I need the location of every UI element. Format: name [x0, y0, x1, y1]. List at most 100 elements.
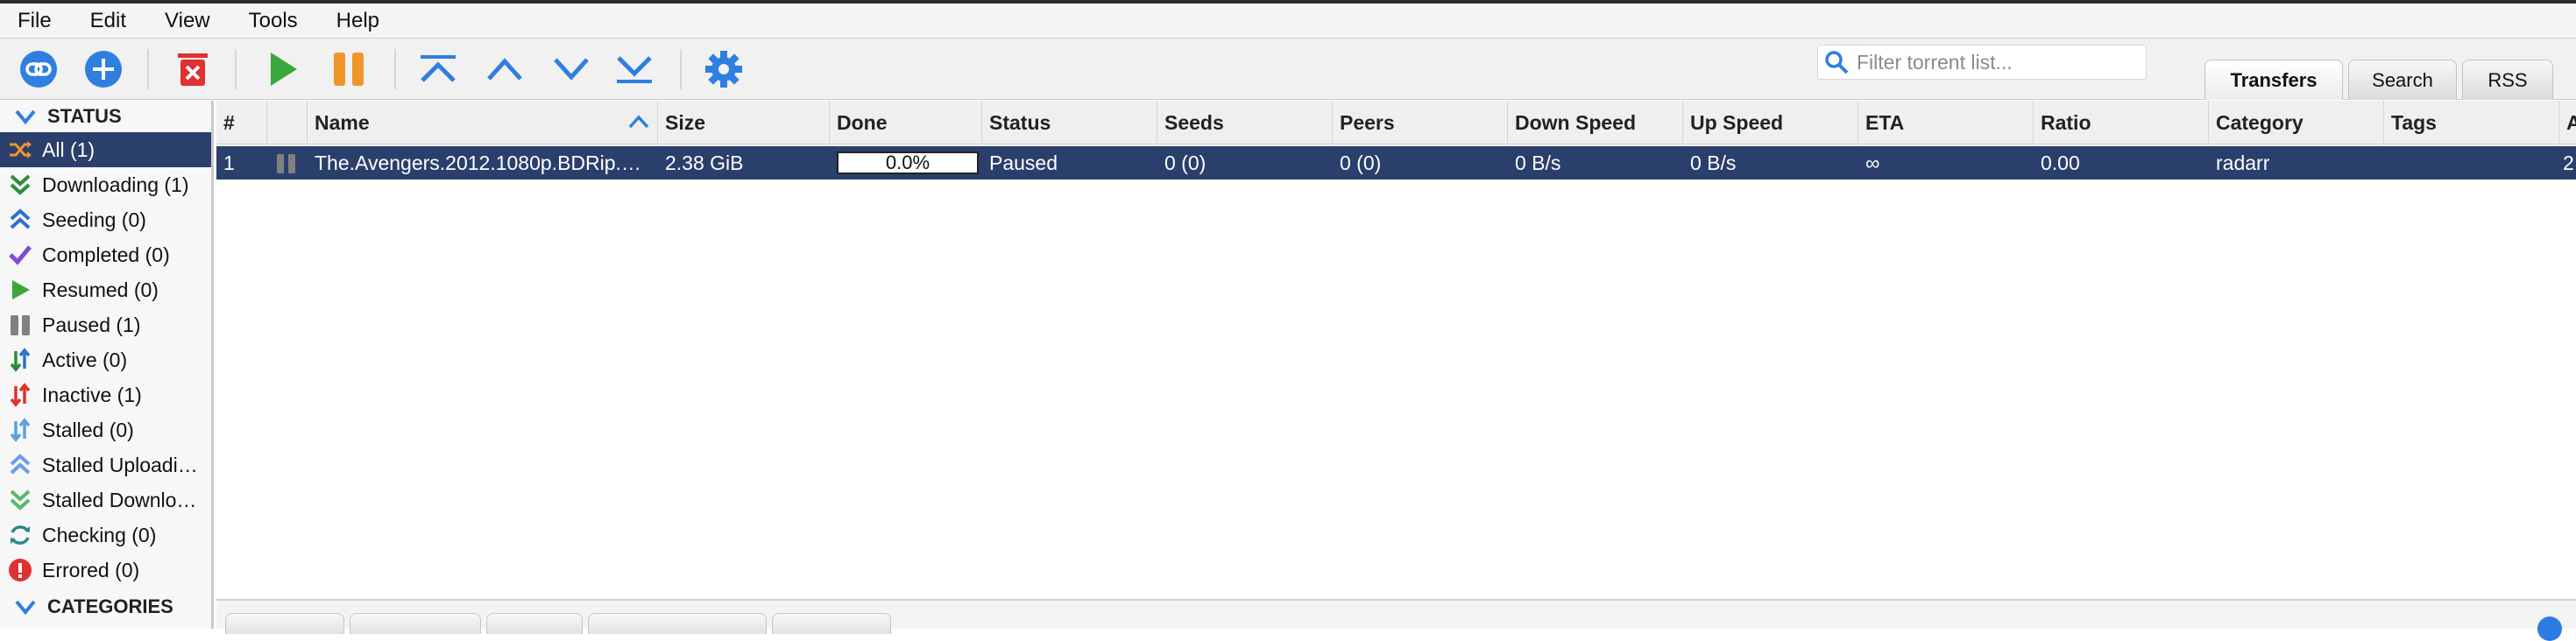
properties-panel-tabs: [216, 601, 2576, 634]
filter-torrent-input[interactable]: [1857, 50, 2137, 74]
menu-view[interactable]: View: [165, 9, 210, 33]
trash-delete-icon: [178, 53, 208, 86]
resume-button[interactable]: [259, 46, 305, 92]
play-icon: [7, 277, 33, 303]
column-header-name[interactable]: Name: [308, 101, 658, 144]
cell-size: 2.38 GiB: [665, 151, 744, 174]
chevron-bottom-icon: [617, 56, 652, 83]
sidebar-item-label: Stalled Downlo…: [42, 488, 197, 511]
torrent-list: # Name Size Done Status Seeds Peers Down…: [216, 101, 2576, 600]
chevron-top-icon: [421, 55, 456, 82]
move-bottom-button[interactable]: [612, 46, 657, 92]
cell-peers: 0 (0): [1340, 151, 1382, 174]
paused-state-icon: [277, 154, 295, 173]
sidebar-item-all[interactable]: All (1): [0, 132, 211, 167]
sidebar-item-active[interactable]: Active (0): [0, 342, 211, 377]
properties-tab[interactable]: [486, 613, 583, 634]
tab-transfers[interactable]: Transfers: [2204, 60, 2343, 100]
menu-help[interactable]: Help: [336, 9, 379, 33]
cell-state: [267, 146, 308, 180]
chevron-up-icon: [487, 58, 522, 81]
table-header: # Name Size Done Status Seeds Peers Down…: [216, 101, 2576, 144]
sidebar-item-paused[interactable]: Paused (1): [0, 307, 211, 342]
checkmark-icon: [7, 242, 33, 268]
sidebar-item-label: Paused (1): [42, 313, 141, 336]
sidebar-item-downloading[interactable]: Downloading (1): [0, 167, 211, 202]
column-header-eta[interactable]: ETA: [1858, 101, 2034, 144]
status-indicator-icon[interactable]: [2537, 616, 2562, 641]
cell-name: The.Avengers.2012.1080p.BDRip.…: [315, 151, 641, 174]
toolbar: Transfers Search RSS: [0, 39, 2576, 100]
gear-icon: [705, 51, 742, 88]
move-down-button[interactable]: [548, 46, 594, 92]
cell-eta: ∞: [1865, 151, 1880, 174]
sidebar-item-label: Inactive (1): [42, 383, 142, 406]
up-down-arrows-red-icon: [7, 382, 33, 408]
column-header-tags[interactable]: Tags: [2384, 101, 2559, 144]
column-header-done[interactable]: Done: [830, 101, 982, 144]
tab-rss[interactable]: RSS: [2462, 60, 2553, 100]
tab-search[interactable]: Search: [2348, 60, 2457, 100]
table-row[interactable]: 1 The.Avengers.2012.1080p.BDRip.… 2.38 G…: [216, 146, 2576, 180]
properties-tab[interactable]: [225, 613, 344, 634]
add-torrent-link-button[interactable]: [16, 46, 61, 92]
sidebar-item-completed[interactable]: Completed (0): [0, 237, 211, 272]
categories-header-label: CATEGORIES: [47, 595, 173, 617]
sidebar-item-label: All (1): [42, 137, 96, 161]
cell-seeds: 0 (0): [1164, 151, 1207, 174]
properties-tab[interactable]: [772, 613, 891, 634]
delete-button[interactable]: [170, 46, 216, 92]
filter-torrent-box: [1817, 45, 2147, 80]
add-torrent-file-button[interactable]: [81, 46, 126, 92]
column-header-up-speed[interactable]: Up Speed: [1683, 101, 1858, 144]
options-button[interactable]: [701, 46, 747, 92]
properties-tab[interactable]: [350, 613, 481, 634]
column-header-number[interactable]: #: [216, 101, 267, 144]
sidebar-item-resumed[interactable]: Resumed (0): [0, 272, 211, 307]
column-header-seeds[interactable]: Seeds: [1157, 101, 1333, 144]
progress-text: 0.0%: [885, 151, 931, 173]
column-header-added[interactable]: A: [2559, 101, 2576, 144]
cell-ratio: 0.00: [2041, 151, 2080, 174]
cell-number: 1: [223, 151, 235, 174]
move-top-button[interactable]: [415, 46, 461, 92]
link-icon: [20, 51, 57, 88]
column-header-size[interactable]: Size: [658, 101, 830, 144]
column-header-down-speed[interactable]: Down Speed: [1508, 101, 1683, 144]
menu-file[interactable]: File: [18, 9, 52, 33]
sidebar-item-errored[interactable]: Errored (0): [0, 553, 211, 588]
pause-icon: [334, 53, 364, 86]
column-header-state[interactable]: [267, 101, 308, 144]
cell-down-speed: 0 B/s: [1515, 151, 1561, 174]
sidebar-item-label: Seeding (0): [42, 208, 146, 231]
sidebar-item-inactive[interactable]: Inactive (1): [0, 377, 211, 412]
toolbar-separator: [680, 49, 682, 89]
sidebar-item-seeding[interactable]: Seeding (0): [0, 202, 211, 237]
move-up-button[interactable]: [482, 46, 527, 92]
menu-tools[interactable]: Tools: [249, 9, 298, 33]
search-icon: [1825, 51, 1849, 74]
menu-edit[interactable]: Edit: [90, 9, 126, 33]
column-header-name-label: Name: [315, 110, 370, 134]
filters-sidebar: STATUS All (1) Downloading (1) Seeding (…: [0, 101, 214, 629]
sidebar-item-label: Active (0): [42, 348, 128, 371]
column-header-status[interactable]: Status: [982, 101, 1157, 144]
column-header-category[interactable]: Category: [2209, 101, 2384, 144]
progress-bar: 0.0%: [837, 151, 979, 174]
sidebar-item-stalled-downloading[interactable]: Stalled Downlo…: [0, 483, 211, 518]
pause-icon: [7, 312, 33, 338]
sidebar-item-label: Errored (0): [42, 558, 140, 581]
status-header[interactable]: STATUS: [0, 101, 211, 132]
sidebar-item-stalled[interactable]: Stalled (0): [0, 412, 211, 447]
double-chevron-up-light-icon: [7, 452, 33, 478]
pause-button[interactable]: [326, 46, 372, 92]
categories-header[interactable]: CATEGORIES: [0, 591, 211, 623]
sidebar-item-label: Resumed (0): [42, 278, 159, 301]
chevron-down-icon: [15, 600, 36, 616]
column-header-peers[interactable]: Peers: [1333, 101, 1508, 144]
chevron-down-icon: [15, 109, 36, 125]
sidebar-item-checking[interactable]: Checking (0): [0, 518, 211, 553]
properties-tab[interactable]: [588, 613, 767, 634]
sidebar-item-stalled-uploading[interactable]: Stalled Uploadi…: [0, 447, 211, 483]
column-header-ratio[interactable]: Ratio: [2034, 101, 2209, 144]
